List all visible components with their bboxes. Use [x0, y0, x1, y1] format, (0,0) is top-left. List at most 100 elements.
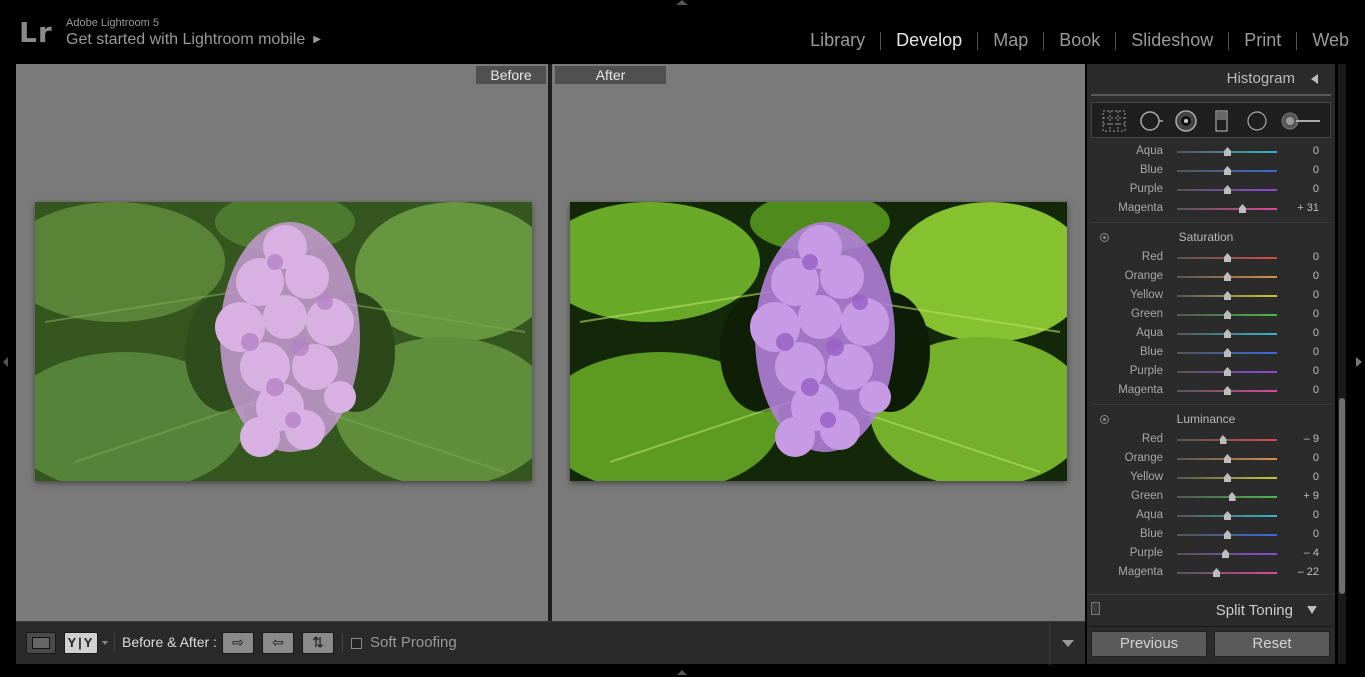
slider-track[interactable]	[1177, 329, 1277, 338]
slider-thumb[interactable]	[1224, 310, 1231, 319]
before-after-mode-button[interactable]: Y|Y	[64, 632, 98, 654]
slider-track[interactable]	[1177, 511, 1277, 520]
module-print[interactable]: Print	[1229, 30, 1296, 51]
slider-value[interactable]: 0	[1279, 346, 1319, 358]
slider-track[interactable]	[1177, 549, 1277, 558]
slider-track[interactable]	[1177, 310, 1277, 319]
slider-value[interactable]: 0	[1279, 164, 1319, 176]
slider-thumb[interactable]	[1224, 473, 1231, 482]
scrollbar-thumb[interactable]	[1339, 398, 1345, 594]
slider-value[interactable]: 0	[1279, 183, 1319, 195]
slider-thumb[interactable]	[1224, 147, 1231, 156]
slider-value[interactable]: 0	[1279, 528, 1319, 540]
copy-before-to-after-button[interactable]: ⇨	[222, 632, 254, 654]
spot-removal-tool[interactable]	[1139, 110, 1163, 132]
slider-track[interactable]	[1177, 166, 1277, 175]
slider-value[interactable]: + 31	[1279, 202, 1319, 214]
module-web[interactable]: Web	[1297, 30, 1349, 51]
slider-track[interactable]	[1177, 348, 1277, 357]
slider-value[interactable]: 0	[1279, 308, 1319, 320]
soft-proofing-checkbox[interactable]	[351, 638, 362, 649]
slider-thumb[interactable]	[1224, 291, 1231, 300]
slider-thumb[interactable]	[1224, 454, 1231, 463]
slider-thumb[interactable]	[1224, 253, 1231, 262]
slider-track[interactable]	[1177, 253, 1277, 262]
slider-track[interactable]	[1177, 435, 1277, 444]
slider-track[interactable]	[1177, 291, 1277, 300]
adjustment-brush-icon	[1281, 112, 1320, 130]
adjustment-brush-tool[interactable]	[1280, 110, 1324, 132]
slider-value[interactable]: – 22	[1279, 566, 1319, 578]
slider-value[interactable]: – 9	[1279, 433, 1319, 445]
module-map[interactable]: Map	[978, 30, 1043, 51]
expand-split-toning-icon[interactable]	[1307, 606, 1317, 614]
expand-histogram-icon[interactable]	[1311, 74, 1318, 84]
slider-value[interactable]: 0	[1279, 251, 1319, 263]
slider-thumb[interactable]	[1219, 435, 1227, 444]
slider-thumb[interactable]	[1224, 329, 1231, 338]
slider-track[interactable]	[1177, 204, 1277, 213]
split-toning-toggle[interactable]	[1091, 602, 1100, 615]
slider-thumb[interactable]	[1224, 511, 1231, 520]
collapse-right-panel-icon[interactable]	[1356, 357, 1362, 367]
mobile-promo-link[interactable]: Get started with Lightroom mobile ▶	[66, 31, 321, 49]
slider-thumb[interactable]	[1224, 185, 1231, 194]
slider-track[interactable]	[1177, 386, 1277, 395]
copy-after-to-before-button[interactable]: ⇦	[262, 632, 294, 654]
slider-thumb[interactable]	[1222, 549, 1229, 558]
reset-button[interactable]: Reset	[1214, 631, 1330, 657]
graduated-filter-tool[interactable]	[1210, 110, 1234, 132]
slider-track[interactable]	[1177, 147, 1277, 156]
slider-value[interactable]: 0	[1279, 365, 1319, 377]
right-panel: Histogram Aqua 0 Blue 0 Purple 0 Magenta…	[1087, 64, 1335, 664]
slider-track[interactable]	[1177, 530, 1277, 539]
group-divider	[1091, 222, 1331, 223]
loupe-view-button[interactable]	[26, 632, 56, 654]
slider-thumb[interactable]	[1224, 272, 1231, 281]
slider-value[interactable]: 0	[1279, 471, 1319, 483]
expand-filmstrip-icon[interactable]	[677, 670, 687, 675]
slider-thumb[interactable]	[1224, 348, 1231, 357]
slider-thumb[interactable]	[1239, 204, 1246, 213]
slider-thumb[interactable]	[1213, 568, 1220, 577]
toolbar-content-menu[interactable]	[1049, 622, 1085, 665]
before-photo[interactable]	[35, 202, 532, 481]
chevron-down-icon[interactable]	[102, 641, 108, 645]
slider-track[interactable]	[1177, 568, 1277, 577]
slider-track[interactable]	[1177, 185, 1277, 194]
module-slideshow[interactable]: Slideshow	[1116, 30, 1228, 51]
slider-value[interactable]: 0	[1279, 145, 1319, 157]
slider-track[interactable]	[1177, 473, 1277, 482]
slider-thumb[interactable]	[1224, 367, 1231, 376]
slider-value[interactable]: 0	[1279, 384, 1319, 396]
slider-thumb[interactable]	[1224, 166, 1231, 175]
slider-thumb[interactable]	[1224, 530, 1231, 539]
slider-track[interactable]	[1177, 492, 1277, 501]
previous-button[interactable]: Previous	[1091, 631, 1207, 657]
red-eye-tool[interactable]	[1174, 110, 1198, 132]
slider-thumb[interactable]	[1224, 386, 1231, 395]
after-photo[interactable]	[570, 202, 1067, 481]
slider-track[interactable]	[1177, 367, 1277, 376]
right-panel-scrollbar[interactable]	[1338, 64, 1346, 664]
slider-value[interactable]: 0	[1279, 452, 1319, 464]
slider-value[interactable]: + 9	[1279, 490, 1319, 502]
radial-filter-tool[interactable]	[1245, 110, 1269, 132]
slider-value[interactable]: 0	[1279, 327, 1319, 339]
slider-thumb[interactable]	[1228, 492, 1236, 501]
histogram-header[interactable]: Histogram	[1087, 64, 1335, 94]
module-develop[interactable]: Develop	[881, 30, 977, 51]
swap-before-after-button[interactable]: ⇅	[302, 632, 334, 654]
slider-value[interactable]: 0	[1279, 509, 1319, 521]
split-toning-header[interactable]: Split Toning	[1087, 594, 1335, 626]
module-library[interactable]: Library	[795, 30, 880, 51]
module-book[interactable]: Book	[1044, 30, 1115, 51]
collapse-top-panel-icon[interactable]	[676, 0, 688, 5]
slider-value[interactable]: 0	[1279, 289, 1319, 301]
slider-track[interactable]	[1177, 454, 1277, 463]
expand-left-panel-icon[interactable]	[3, 357, 8, 367]
slider-track[interactable]	[1177, 272, 1277, 281]
slider-value[interactable]: – 4	[1279, 547, 1319, 559]
crop-overlay-tool[interactable]	[1102, 110, 1126, 132]
slider-value[interactable]: 0	[1279, 270, 1319, 282]
